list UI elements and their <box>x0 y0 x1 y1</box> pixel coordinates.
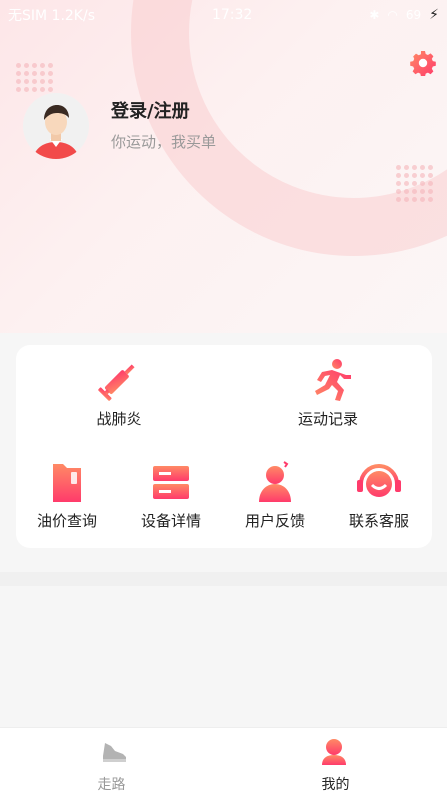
running-icon <box>315 359 351 401</box>
status-carrier: 无SIM 1.2K/s <box>8 8 96 24</box>
tool-contact-support[interactable]: 联系客服 <box>339 458 419 531</box>
tab-label: 我的 <box>321 777 350 793</box>
avatar-person-icon <box>23 93 89 159</box>
tool-user-feedback[interactable]: 用户反馈 <box>235 458 315 531</box>
avatar[interactable] <box>23 93 89 159</box>
wifi-icon: ◠ <box>387 8 398 22</box>
tool-label: 用户反馈 <box>244 512 305 530</box>
bottom-tab-bar: 走路 我的 <box>0 727 447 798</box>
login-register-link[interactable]: 登录/注册 <box>111 97 190 123</box>
tab-walk[interactable]: 走路 <box>0 728 223 798</box>
tool-label: 设备详情 <box>140 512 201 530</box>
section-divider <box>0 572 447 586</box>
tool-label: 战肺炎 <box>96 410 142 428</box>
decorative-ring <box>131 0 447 256</box>
status-indicators: ✱ ◠ 69 ⚡ <box>369 7 439 23</box>
profile-header <box>0 0 447 333</box>
battery-level: 69 <box>405 8 422 22</box>
tool-fuel-price[interactable]: 油价查询 <box>27 458 107 531</box>
bluetooth-icon: ✱ <box>369 8 380 22</box>
shoe-icon <box>103 743 126 762</box>
syringe-icon <box>98 364 135 401</box>
tab-mine[interactable]: 我的 <box>224 728 447 798</box>
person-icon <box>322 739 346 765</box>
decorative-dots <box>16 63 53 92</box>
tab-label: 走路 <box>97 777 126 793</box>
server-icon <box>153 466 189 499</box>
status-time: 17:32 <box>211 7 253 23</box>
decorative-dots <box>396 165 433 202</box>
tool-label: 运动记录 <box>297 410 358 428</box>
headset-icon <box>357 464 401 497</box>
status-bar: 无SIM 1.2K/s 17:32 ✱ ◠ 69 ⚡ <box>0 0 447 30</box>
tool-label: 联系客服 <box>348 512 409 530</box>
tool-device-details[interactable]: 设备详情 <box>131 458 211 531</box>
tool-label: 油价查询 <box>36 512 97 530</box>
tool-fight-pneumonia[interactable]: 战肺炎 <box>79 356 159 429</box>
fuel-can-icon <box>53 464 81 502</box>
tool-exercise-records[interactable]: 运动记录 <box>288 356 368 429</box>
feedback-user-icon <box>259 461 291 502</box>
settings-gear-icon[interactable] <box>410 50 436 76</box>
profile-slogan: 你运动，我买单 <box>111 133 217 151</box>
charging-icon: ⚡ <box>429 7 439 23</box>
